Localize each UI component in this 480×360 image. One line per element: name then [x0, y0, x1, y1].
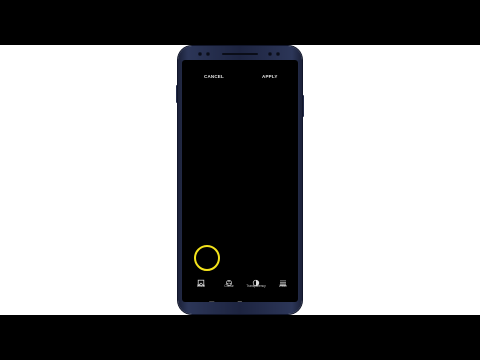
- phone-top-bezel: [178, 46, 302, 60]
- video-frame: CANCEL APPLY Effect Colour Transparency …: [0, 0, 480, 360]
- cancel-button[interactable]: CANCEL: [204, 74, 224, 79]
- tool-width[interactable]: Width: [269, 271, 297, 291]
- recents-icon[interactable]: [208, 294, 216, 302]
- phone-device: CANCEL APPLY Effect Colour Transparency …: [178, 46, 302, 314]
- tap-highlight-circle: [194, 245, 220, 271]
- editor-canvas[interactable]: [182, 82, 298, 272]
- tool-width-label: Width: [278, 284, 288, 288]
- back-icon[interactable]: [265, 294, 273, 300]
- tool-transparency[interactable]: Transparency: [242, 271, 270, 291]
- iris-sensor: [206, 52, 210, 56]
- light-sensor: [276, 52, 280, 56]
- width-icon: [279, 274, 287, 286]
- front-camera: [268, 52, 272, 56]
- proximity-sensor: [198, 52, 202, 56]
- tool-effect[interactable]: Effect: [187, 271, 215, 291]
- transparency-icon: [252, 274, 260, 287]
- tool-colour-label: Colour: [224, 284, 234, 288]
- tool-effect-label: Effect: [196, 284, 206, 288]
- effect-icon: [197, 274, 205, 287]
- tool-colour[interactable]: Colour: [215, 271, 243, 291]
- apply-button[interactable]: APPLY: [262, 74, 278, 79]
- home-icon[interactable]: [236, 294, 244, 302]
- edit-toolbar: Effect Colour Transparency Width: [182, 271, 298, 291]
- colour-icon: [225, 274, 233, 286]
- navigation-bar: [182, 292, 298, 302]
- white-canvas: CANCEL APPLY Effect Colour Transparency …: [0, 45, 480, 315]
- tool-transparency-label: Transparency: [246, 284, 266, 288]
- earpiece-speaker: [222, 53, 258, 55]
- side-button-right: [302, 95, 304, 117]
